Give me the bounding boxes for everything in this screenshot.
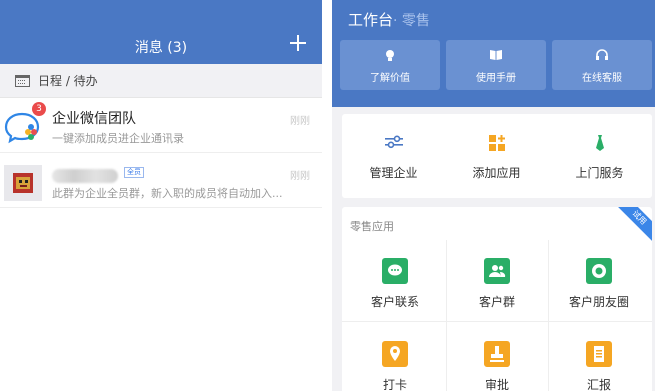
conversation-preview: 一键添加成员进企业通讯录 (52, 132, 184, 145)
conversation-preview: 此群为企业全员群，新入职的成员将自动加入... (52, 187, 283, 200)
conversation-title: 企业微信团队 (52, 111, 136, 127)
book-icon (446, 49, 546, 63)
conversation-item-all-staff-group[interactable]: 此群为企业全员群，新入职的成员将自动加入... 刚刚 (0, 153, 322, 208)
location-icon (382, 341, 408, 367)
grid-divider (446, 240, 447, 391)
app-customer-contact[interactable]: 客户联系 (345, 240, 445, 320)
lightbulb-icon (340, 49, 440, 64)
tool-label: 管理企业 (369, 166, 418, 180)
grid-divider (342, 321, 652, 322)
online-support-label: 在线客服 (582, 73, 622, 84)
app-label: 打卡 (382, 378, 407, 391)
group-icon (484, 258, 510, 284)
sliders-icon (342, 134, 445, 156)
tool-label: 添加应用 (472, 166, 521, 180)
retail-apps-card: 零售应用 客户联系 客户群 客户朋友圈 打卡 审批 汇报 试用 (342, 207, 652, 391)
conversation-time: 刚刚 (290, 116, 310, 127)
tool-label: 上门服务 (575, 166, 624, 180)
learn-value-label: 了解价值 (370, 73, 410, 84)
app-label: 客户联系 (370, 295, 419, 309)
app-approval[interactable]: 审批 (447, 323, 547, 391)
messages-pane: 消息 (3) 日程 / 待办 企业微信团队 一键添加成员进企业通讯录 刚刚 3 … (0, 0, 322, 391)
workbench-pane: 工作台· 零售 了解价值 使用手册 在线客服 管理企业 添加应用 上门服务 零售… (332, 0, 655, 391)
workbench-header: 工作台· 零售 了解价值 使用手册 在线客服 (332, 0, 655, 107)
conversation-item-wework-team[interactable]: 企业微信团队 一键添加成员进企业通讯录 刚刚 (0, 98, 322, 153)
tie-icon (548, 134, 651, 156)
blurred-group-name (52, 169, 118, 183)
manage-enterprise-tool[interactable]: 管理企业 (342, 134, 445, 181)
app-label: 审批 (484, 378, 509, 391)
schedule-label: 日程 / 待办 (38, 74, 98, 88)
workbench-title-main: 工作台 (348, 11, 394, 29)
grid-divider (548, 240, 549, 391)
app-check-in[interactable]: 打卡 (345, 323, 445, 391)
schedule-todo-bar[interactable]: 日程 / 待办 (0, 64, 322, 98)
online-support-button[interactable]: 在线客服 (552, 40, 652, 90)
app-report[interactable]: 汇报 (549, 323, 649, 391)
onsite-service-tool[interactable]: 上门服务 (548, 134, 651, 181)
app-customer-group[interactable]: 客户群 (447, 240, 547, 320)
learn-value-button[interactable]: 了解价值 (340, 40, 440, 90)
app-customer-moments[interactable]: 客户朋友圈 (549, 240, 649, 320)
tools-card: 管理企业 添加应用 上门服务 (342, 114, 652, 198)
user-manual-label: 使用手册 (476, 73, 516, 84)
messages-header: 消息 (3) (0, 0, 322, 64)
conversation-time: 刚刚 (290, 171, 310, 182)
all-staff-tag: 全员 (124, 167, 144, 178)
group-avatar-icon (4, 165, 42, 201)
app-label: 客户朋友圈 (568, 295, 629, 309)
app-label: 汇报 (586, 378, 611, 391)
workbench-title: 工作台· 零售 (348, 9, 430, 30)
messages-title: 消息 (3) (134, 40, 188, 56)
stamp-icon (484, 341, 510, 367)
pane-divider (322, 0, 332, 391)
add-app-icon (445, 134, 548, 156)
chat-icon (382, 258, 408, 284)
add-app-tool[interactable]: 添加应用 (445, 134, 548, 181)
user-manual-button[interactable]: 使用手册 (446, 40, 546, 90)
report-icon (586, 341, 612, 367)
headset-icon (552, 49, 652, 63)
app-label: 客户群 (478, 295, 515, 309)
retail-section-label: 零售应用 (350, 220, 394, 233)
calendar-icon (15, 74, 30, 87)
workbench-title-sub: · 零售 (393, 13, 430, 29)
moments-icon (586, 258, 612, 284)
add-icon[interactable] (290, 35, 306, 51)
unread-badge: 3 (32, 102, 46, 116)
